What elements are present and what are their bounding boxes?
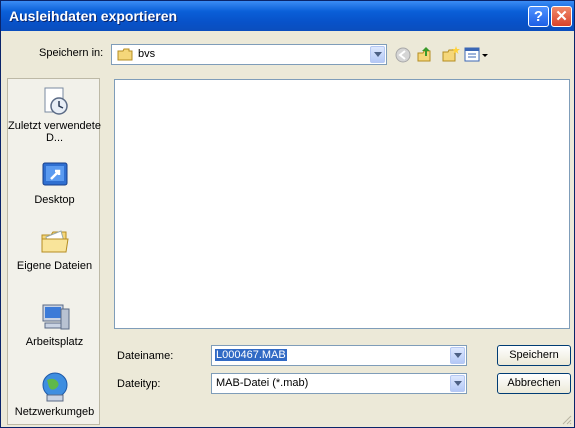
filetype-value: MAB-Datei (*.mab) bbox=[216, 377, 309, 389]
place-my-documents-label: Eigene Dateien bbox=[16, 260, 93, 272]
recent-documents-icon bbox=[39, 85, 71, 117]
place-my-computer-label: Arbeitsplatz bbox=[25, 336, 84, 348]
filename-label: Dateiname: bbox=[117, 350, 174, 362]
chevron-down-icon[interactable] bbox=[450, 375, 465, 392]
chevron-down-icon[interactable] bbox=[370, 46, 385, 63]
help-button[interactable]: ? bbox=[528, 6, 549, 27]
place-recent-label: Zuletzt verwendete D... bbox=[8, 120, 101, 144]
save-dialog: Ausleihdaten exportieren ? ✕ Speichern i… bbox=[0, 0, 575, 428]
place-desktop[interactable]: Desktop bbox=[8, 159, 101, 206]
my-documents-icon bbox=[39, 225, 71, 257]
save-in-folder: bvs bbox=[138, 48, 156, 60]
desktop-icon bbox=[39, 159, 71, 191]
place-network[interactable]: Netzwerkumgeb bbox=[8, 371, 101, 418]
window-title: Ausleihdaten exportieren bbox=[9, 8, 178, 24]
filename-field[interactable]: L000467.MAB bbox=[211, 345, 467, 366]
place-recent[interactable]: Zuletzt verwendete D... bbox=[8, 85, 101, 144]
place-network-label: Netzwerkumgeb bbox=[14, 406, 95, 418]
view-menu-icon[interactable] bbox=[464, 46, 490, 64]
close-button[interactable]: ✕ bbox=[551, 6, 572, 27]
new-folder-icon[interactable] bbox=[442, 45, 460, 63]
network-icon bbox=[39, 371, 71, 403]
chevron-down-icon[interactable] bbox=[450, 347, 465, 364]
save-in-label: Speichern in: bbox=[39, 47, 104, 59]
cancel-button[interactable]: Abbrechen bbox=[497, 373, 571, 394]
resize-grip[interactable] bbox=[560, 413, 572, 425]
save-button[interactable]: Speichern bbox=[497, 345, 571, 366]
up-folder-icon[interactable] bbox=[416, 45, 434, 63]
place-my-computer[interactable]: Arbeitsplatz bbox=[8, 301, 101, 348]
folder-icon bbox=[117, 48, 133, 64]
filetype-label: Dateityp: bbox=[117, 378, 161, 390]
filename-value: L000467.MAB bbox=[215, 349, 287, 361]
save-in-combo[interactable]: bvs bbox=[111, 44, 387, 65]
place-desktop-label: Desktop bbox=[34, 194, 75, 206]
place-my-documents[interactable]: Eigene Dateien bbox=[8, 225, 101, 272]
my-computer-icon bbox=[39, 301, 71, 333]
places-bar: Zuletzt verwendete D... Desktop Eigene D… bbox=[7, 78, 101, 425]
file-list[interactable] bbox=[114, 79, 570, 329]
filetype-combo[interactable]: MAB-Datei (*.mab) bbox=[211, 373, 467, 394]
back-icon[interactable] bbox=[394, 46, 412, 64]
title-bar[interactable]: Ausleihdaten exportieren ? ✕ bbox=[1, 1, 574, 31]
